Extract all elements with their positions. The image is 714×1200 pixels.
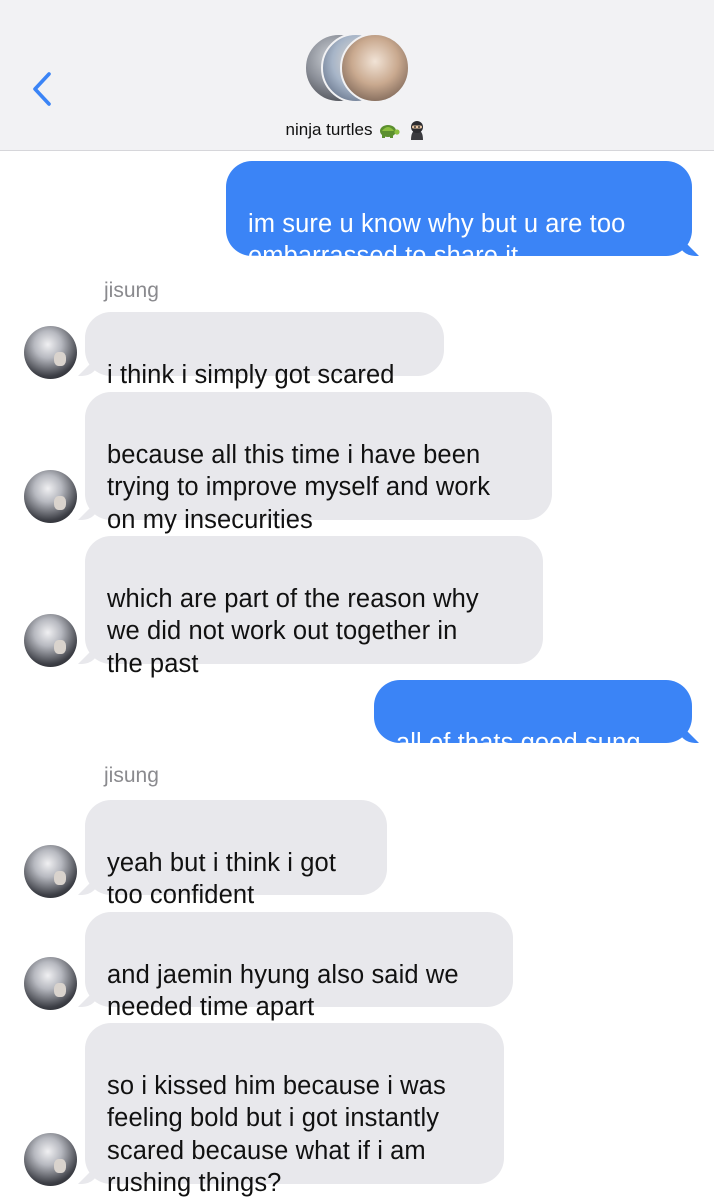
message-text: because all this time i have been trying… — [107, 440, 491, 534]
message-text: and jaemin hyung also said we needed tim… — [107, 960, 459, 1022]
received-message-bubble[interactable]: because all this time i have been trying… — [85, 392, 552, 534]
group-name-row[interactable]: ninja turtles — [0, 118, 714, 142]
contact-avatar[interactable] — [24, 614, 77, 667]
group-member-avatar — [340, 33, 410, 103]
message-text: all of thats good sung — [396, 728, 641, 757]
chevron-left-icon — [33, 72, 51, 106]
message-text: im sure u know why but u are too embarra… — [248, 209, 626, 271]
contact-avatar[interactable] — [24, 957, 77, 1010]
received-message-bubble[interactable]: yeah but i think i got too confident — [85, 800, 387, 909]
turtle-emoji-icon — [380, 125, 401, 138]
contact-avatar[interactable] — [24, 326, 77, 379]
message-text: yeah but i think i got too confident — [107, 848, 337, 910]
received-message-bubble[interactable]: so i kissed him because i was feeling bo… — [85, 1023, 504, 1197]
group-avatar-stack[interactable] — [304, 33, 414, 107]
contact-avatar[interactable] — [24, 470, 77, 523]
message-thread: im sure u know why but u are too embarra… — [0, 151, 714, 1200]
message-text: i think i simply got scared — [107, 360, 395, 389]
ninja-emoji-icon — [411, 121, 424, 140]
sender-name: jisung — [104, 279, 159, 302]
conversation-header: ninja turtles — [0, 0, 714, 151]
contact-avatar[interactable] — [24, 845, 77, 898]
received-message-bubble[interactable]: which are part of the reason why we did … — [85, 536, 543, 678]
message-text: which are part of the reason why we did … — [107, 584, 479, 678]
sender-name: jisung — [104, 764, 159, 787]
back-button[interactable] — [24, 66, 60, 112]
message-text: so i kissed him because i was feeling bo… — [107, 1071, 446, 1198]
sent-message-bubble[interactable]: im sure u know why but u are too embarra… — [226, 161, 692, 270]
sent-message-bubble[interactable]: all of thats good sung — [374, 680, 692, 757]
received-message-bubble[interactable]: i think i simply got scared — [85, 312, 444, 389]
received-message-bubble[interactable]: and jaemin hyung also said we needed tim… — [85, 912, 513, 1021]
group-name: ninja turtles — [285, 120, 373, 139]
contact-avatar[interactable] — [24, 1133, 77, 1186]
